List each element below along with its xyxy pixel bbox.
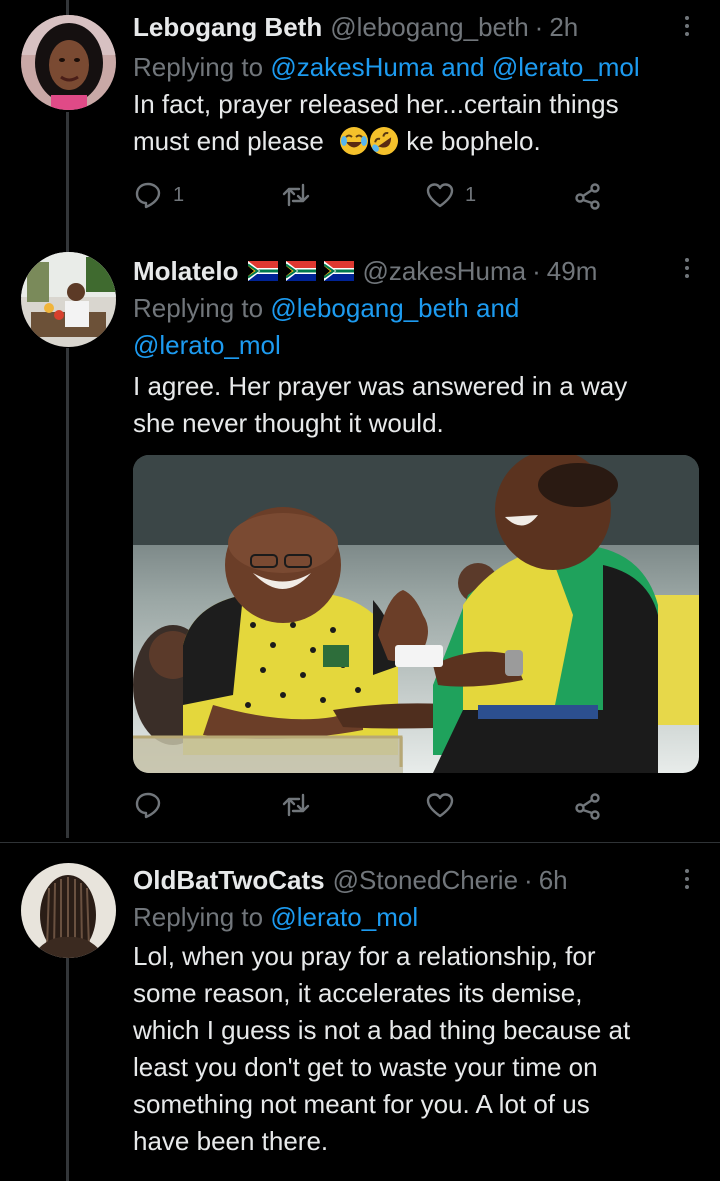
south-africa-flag-icon <box>248 261 279 281</box>
reply-button[interactable]: 1 <box>133 180 184 210</box>
timestamp[interactable]: 2h <box>549 10 578 44</box>
tweet-text-line: least you don't get to waste your time o… <box>133 1052 598 1082</box>
timeline: Lebogang Beth @lebogang_beth · 2h Replyi… <box>0 0 720 1181</box>
tweet-text: I agree. Her prayer was answered in a wa… <box>133 368 700 442</box>
display-name[interactable]: Lebogang Beth <box>133 10 322 44</box>
tweet-text-line: which I guess is not a bad thing because… <box>133 1015 631 1045</box>
share-button[interactable] <box>573 180 603 210</box>
tweet-text-line: something not meant for you. A lot of us <box>133 1089 590 1119</box>
display-name[interactable]: Molatelo <box>133 254 238 288</box>
reply-count: 1 <box>173 183 185 206</box>
tweet[interactable]: OldBatTwoCats @StonedCherie · 6h Replyin… <box>0 843 720 1181</box>
share-icon <box>575 793 600 820</box>
tweet-header: Molatelo @zakesHuma · 49m <box>133 254 700 288</box>
mention-link[interactable]: @lerato_mol <box>133 330 281 360</box>
reply-icon <box>135 182 161 209</box>
tweet-text: In fact, prayer released her...certain t… <box>133 86 700 160</box>
display-name[interactable]: OldBatTwoCats <box>133 863 325 897</box>
reply-button[interactable] <box>133 790 173 820</box>
tweet-text-segment: ke bophelo. <box>406 126 541 156</box>
tweet-text-line: she never thought it would. <box>133 408 444 438</box>
replying-prefix: Replying to <box>133 52 264 82</box>
mention-connector: and <box>476 293 520 323</box>
tweet[interactable]: Lebogang Beth @lebogang_beth · 2h Replyi… <box>0 0 720 240</box>
retweet-button[interactable] <box>281 180 311 210</box>
name-emojis <box>248 261 355 281</box>
user-handle[interactable]: @lebogang_beth <box>330 10 528 44</box>
tweet-text-line: Lol, when you pray for a relationship, f… <box>133 941 596 971</box>
avatar[interactable] <box>21 252 116 347</box>
retweet-icon <box>282 183 310 207</box>
mention-link[interactable]: @lerato_mol <box>270 902 418 932</box>
like-button[interactable] <box>425 790 465 820</box>
tweet-text-segment: must end please <box>133 126 324 156</box>
replying-to: Replying to @zakesHuma and @lerato_mol <box>133 49 700 86</box>
share-icon <box>575 183 600 210</box>
like-count: 1 <box>465 183 477 206</box>
rolling-on-floor-laughing-icon <box>369 126 399 156</box>
replying-to: Replying to @lerato_mol <box>133 899 700 936</box>
avatar[interactable] <box>21 863 116 958</box>
retweet-button[interactable] <box>281 790 311 820</box>
avatar[interactable] <box>21 15 116 110</box>
more-options-icon[interactable] <box>684 258 690 278</box>
timestamp[interactable]: 49m <box>547 254 598 288</box>
reply-icon <box>135 792 161 819</box>
south-africa-flag-icon <box>324 261 355 281</box>
retweet-icon <box>282 793 310 817</box>
replying-to: Replying to @lebogang_beth and @lerato_m… <box>133 290 700 364</box>
tweet-header: Lebogang Beth @lebogang_beth · 2h <box>133 10 700 44</box>
replying-prefix: Replying to <box>133 293 264 323</box>
mention-connector: and <box>441 52 485 82</box>
user-handle[interactable]: @StonedCherie <box>333 863 518 897</box>
tweet-text: Lol, when you pray for a relationship, f… <box>133 938 700 1160</box>
tweet-text-line: must end please ke bophelo. <box>133 123 700 160</box>
more-options-icon[interactable] <box>684 869 690 889</box>
separator-dot: · <box>534 12 544 42</box>
more-options-icon[interactable] <box>684 16 690 36</box>
tweet-header: OldBatTwoCats @StonedCherie · 6h <box>133 863 700 897</box>
mention-link[interactable]: @zakesHuma <box>270 52 434 82</box>
separator-dot: · <box>524 865 533 895</box>
mention-link[interactable]: @lebogang_beth <box>270 293 468 323</box>
user-handle[interactable]: @zakesHuma <box>362 254 526 288</box>
tweet[interactable]: Molatelo @zakesHuma · 49m Replying to @l… <box>0 240 720 840</box>
tweet-actions: 1 1 <box>133 180 633 220</box>
tweet-text-line: In fact, prayer released her...certain t… <box>133 89 619 119</box>
south-africa-flag-icon <box>286 261 317 281</box>
face-with-tears-of-joy-icon <box>339 126 369 156</box>
tweet-photo[interactable] <box>133 455 699 773</box>
tweet-text-line: I agree. Her prayer was answered in a wa… <box>133 371 628 401</box>
tweet-text-line: some reason, it accelerates its demise, <box>133 978 583 1008</box>
share-button[interactable] <box>573 790 603 820</box>
heart-icon <box>426 793 454 818</box>
mention-link[interactable]: @lerato_mol <box>492 52 640 82</box>
replying-prefix: Replying to <box>133 902 264 932</box>
like-button[interactable]: 1 <box>425 180 476 210</box>
separator-dot: · <box>532 256 541 286</box>
heart-icon <box>426 183 454 208</box>
timestamp[interactable]: 6h <box>539 863 568 897</box>
tweet-text-line: have been there. <box>133 1126 329 1156</box>
tweet-actions <box>133 790 633 830</box>
